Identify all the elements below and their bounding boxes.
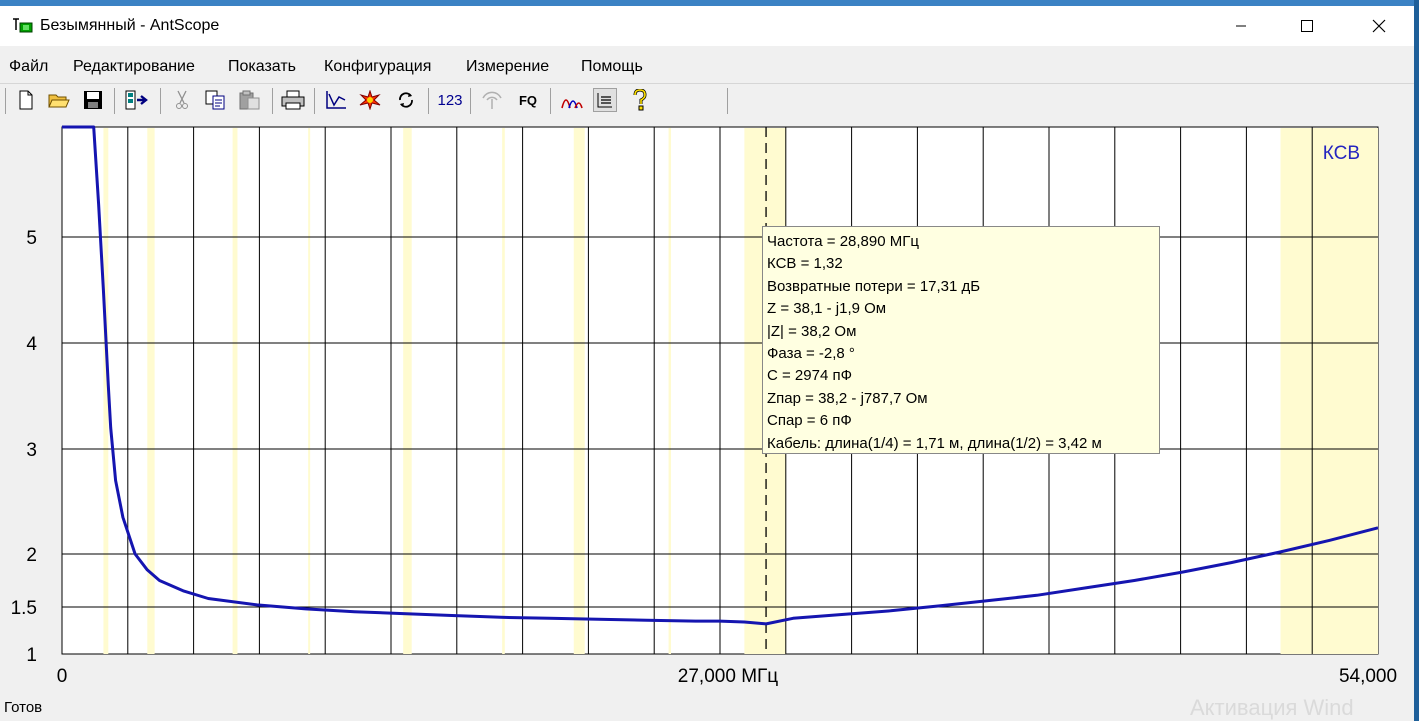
close-icon xyxy=(1372,19,1386,33)
measurement-tooltip: Частота = 28,890 МГц КСВ = 1,32 Возвратн… xyxy=(762,226,1160,454)
fq-icon: FQ xyxy=(518,92,538,108)
window-title: Безымянный - AntScope xyxy=(40,17,220,34)
print-button[interactable] xyxy=(281,88,305,112)
tooltip-return-loss: Возвратные потери = 17,31 дБ xyxy=(767,277,981,295)
list-button[interactable] xyxy=(593,88,617,112)
tooltip-cable-length: Кабель: длина(1/4) = 1,71 м, длина(1/2) … xyxy=(767,434,1102,452)
graph-icon xyxy=(561,99,583,109)
toolbar-separator xyxy=(272,88,273,114)
toolbar-separator xyxy=(314,88,315,114)
tooltip-capacitance: C = 2974 пФ xyxy=(767,367,852,385)
swr-chart[interactable]: 5 4 3 2 1.5 1 0 27,000 МГц 54,000 КСВ xyxy=(0,121,1414,691)
burst-icon xyxy=(359,90,381,110)
open-button[interactable] xyxy=(47,88,71,112)
desktop-edge xyxy=(1414,0,1419,721)
x-tick-label: 27,000 МГц xyxy=(678,666,779,687)
numbers-button[interactable]: 123 xyxy=(436,88,464,112)
graph-button[interactable] xyxy=(560,88,584,112)
tooltip-swr: КСВ = 1,32 xyxy=(767,255,843,273)
copy-button[interactable] xyxy=(204,88,228,112)
activation-watermark: Активация Wind xyxy=(1190,695,1354,720)
status-text: Готов xyxy=(4,699,43,716)
x-tick-label: 0 xyxy=(57,666,68,687)
menu-view[interactable]: Показать xyxy=(228,58,296,76)
menu-help[interactable]: Помощь xyxy=(581,58,643,76)
menu-measurement[interactable]: Измерение xyxy=(466,58,549,76)
y-tick-label: 1 xyxy=(26,645,37,666)
menu-configuration[interactable]: Конфигурация xyxy=(324,58,431,76)
cut-icon xyxy=(176,90,188,109)
tooltip-impedance: Z = 38,1 - j1,9 Ом xyxy=(767,300,887,318)
x-tick-label: 54,000 xyxy=(1339,666,1397,687)
numbers-icon: 123 xyxy=(437,91,463,109)
toolbar-separator xyxy=(470,88,471,114)
y-tick-label: 5 xyxy=(26,228,37,249)
new-file-button[interactable] xyxy=(14,88,38,112)
y-tick-label: 4 xyxy=(26,334,37,355)
tooltip-phase: Фаза = -2,8 ° xyxy=(767,345,855,363)
antscope-window: Безымянный - AntScope Файл Редактировани… xyxy=(0,6,1414,721)
export-button[interactable] xyxy=(125,88,149,112)
ham-band-highlight xyxy=(502,128,505,654)
ham-band-highlight xyxy=(308,128,311,654)
help-button[interactable] xyxy=(628,88,652,112)
minimize-icon xyxy=(1236,25,1246,27)
tooltip-parallel-capacitance: Cпар = 6 пФ xyxy=(767,412,852,430)
refresh-button[interactable] xyxy=(394,88,418,112)
ham-band-highlight xyxy=(1280,128,1378,654)
chart-button[interactable] xyxy=(324,88,348,112)
menu-edit[interactable]: Редактирование xyxy=(73,58,195,76)
chart-icon xyxy=(326,91,346,109)
burst-button[interactable] xyxy=(358,88,382,112)
y-tick-label: 3 xyxy=(26,440,37,461)
maximize-icon xyxy=(1301,20,1313,32)
copy-icon xyxy=(205,90,225,110)
paste-button[interactable] xyxy=(238,88,262,112)
tooltip-impedance-magnitude: |Z| = 38,2 Ом xyxy=(767,322,857,340)
y-tick-label: 2 xyxy=(26,545,37,566)
save-icon xyxy=(84,91,102,109)
ham-band-highlight xyxy=(668,128,672,654)
minimize-button[interactable] xyxy=(1218,6,1264,46)
menu-bar: Файл Редактирование Показать Конфигураци… xyxy=(0,54,1414,80)
refresh-icon xyxy=(399,92,413,108)
y-tick-label: 1.5 xyxy=(11,598,37,619)
open-folder-icon xyxy=(48,94,70,108)
toolbar-separator xyxy=(550,88,551,114)
toolbar-separator xyxy=(114,88,115,114)
print-icon xyxy=(281,90,305,110)
antenna-button[interactable] xyxy=(480,88,504,112)
list-icon xyxy=(597,93,612,108)
save-button[interactable] xyxy=(81,88,105,112)
new-file-icon xyxy=(19,90,33,110)
toolbar-separator xyxy=(5,88,6,114)
toolbar: 123 FQ xyxy=(0,84,1414,120)
menu-file[interactable]: Файл xyxy=(9,58,48,76)
ham-band-highlight xyxy=(573,128,585,654)
toolbar-separator xyxy=(428,88,429,114)
legend-swr: КСВ xyxy=(1323,143,1360,164)
close-button[interactable] xyxy=(1356,6,1402,46)
help-icon xyxy=(633,89,647,111)
toolbar-separator xyxy=(160,88,161,114)
tooltip-parallel-impedance: Zпар = 38,2 - j787,7 Ом xyxy=(767,389,928,407)
tooltip-frequency: Частота = 28,890 МГц xyxy=(767,233,919,250)
plot-panel[interactable]: 5 4 3 2 1.5 1 0 27,000 МГц 54,000 КСВ Частота =… xyxy=(0,121,1414,691)
title-bar[interactable]: Безымянный - AntScope xyxy=(0,6,1414,46)
toolbar-separator xyxy=(727,88,728,114)
maximize-button[interactable] xyxy=(1284,6,1330,46)
cut-button[interactable] xyxy=(170,88,194,112)
ham-band-highlight xyxy=(232,128,238,654)
ham-band-highlight xyxy=(403,128,412,654)
export-icon xyxy=(125,90,148,110)
antenna-icon xyxy=(482,91,502,109)
fq-button[interactable]: FQ xyxy=(514,88,542,112)
paste-icon xyxy=(239,90,260,110)
antenna-app-icon xyxy=(13,18,33,33)
